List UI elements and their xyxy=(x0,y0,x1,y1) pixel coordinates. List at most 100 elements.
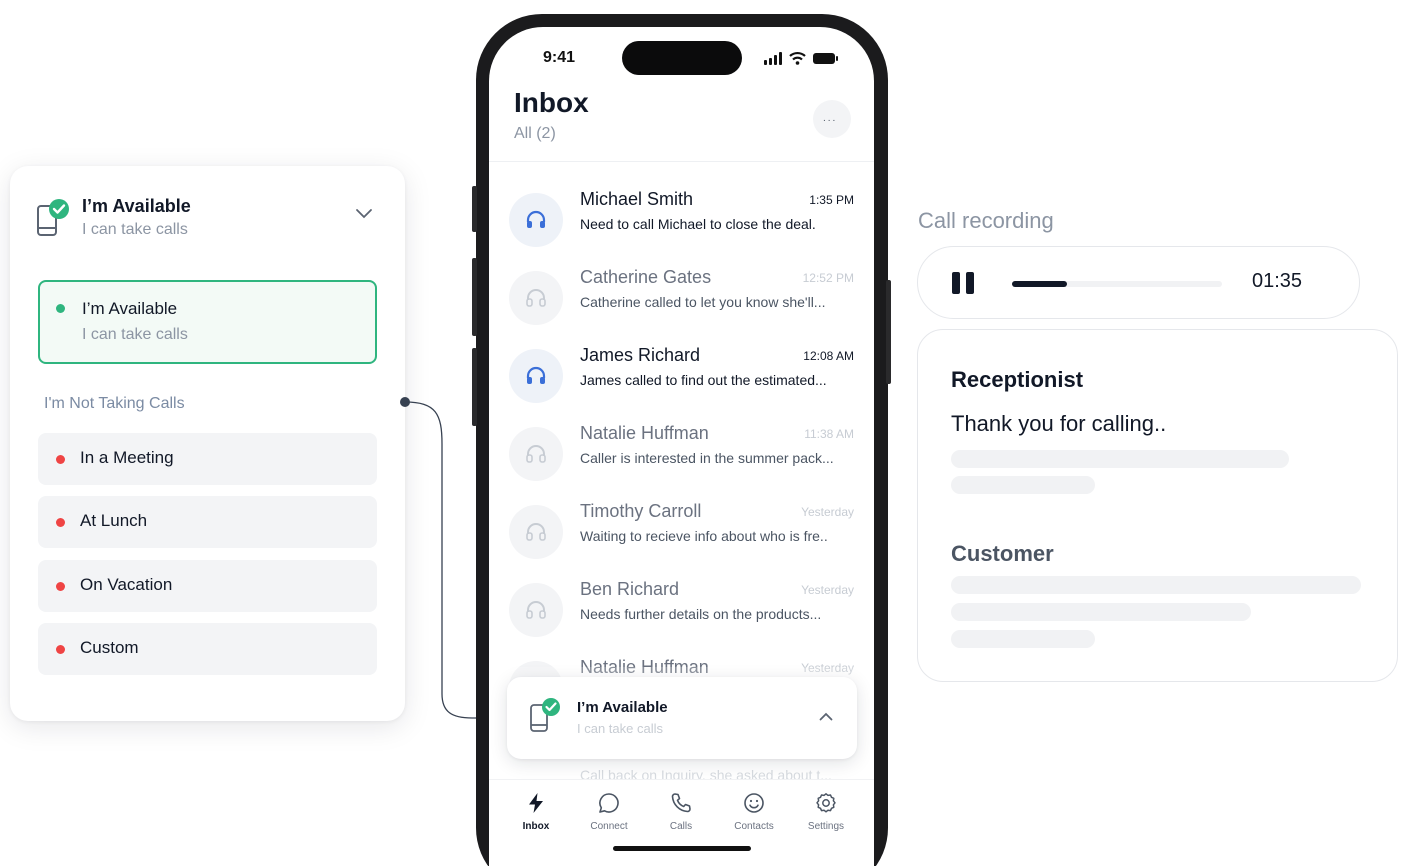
tab-connect[interactable]: Connect xyxy=(574,792,644,842)
current-status-subtitle: I can take calls xyxy=(82,221,188,238)
status-option-label: In a Meeting xyxy=(80,448,174,467)
message-preview: Waiting to recieve info about who is fre… xyxy=(580,528,828,544)
headset-icon xyxy=(526,523,546,541)
divider xyxy=(489,161,874,162)
contact-name: Michael Smith xyxy=(580,189,694,209)
tab-label: Inbox xyxy=(522,821,550,832)
tab-label: Settings xyxy=(807,821,845,832)
tab-inbox[interactable]: Inbox xyxy=(501,792,571,842)
inbox-list-item[interactable]: Natalie Huffman 11:38 AM Caller is inter… xyxy=(489,419,874,497)
status-option-vacation[interactable]: On Vacation xyxy=(38,560,377,612)
more-icon: ... xyxy=(823,113,838,124)
contact-name: Natalie Huffman xyxy=(580,423,709,443)
signal-icon xyxy=(764,52,782,65)
chat-bubble-icon xyxy=(599,793,619,813)
speaker-label-customer: Customer xyxy=(951,541,1054,566)
pause-icon xyxy=(952,272,960,294)
avatar xyxy=(509,583,563,637)
availability-card: I’m Available I can take calls I’m Avail… xyxy=(10,166,405,721)
current-status-title: I’m Available xyxy=(82,196,191,216)
status-option-lunch[interactable]: At Lunch xyxy=(38,496,377,548)
red-status-dot xyxy=(56,645,65,654)
lightning-icon xyxy=(529,793,543,813)
call-recording-label: Call recording xyxy=(918,208,1054,233)
phone-side-button xyxy=(472,258,477,336)
avatar xyxy=(509,193,563,247)
message-preview: Needs further details on the products... xyxy=(580,606,822,622)
headset-icon xyxy=(526,210,546,228)
message-time: Yesterday xyxy=(801,583,854,597)
headset-icon xyxy=(526,366,546,384)
red-status-dot xyxy=(56,582,65,591)
transcript-card: Receptionist Thank you for calling.. Cus… xyxy=(917,329,1398,682)
avatar xyxy=(509,505,563,559)
playback-slider[interactable] xyxy=(1012,281,1222,287)
wifi-icon xyxy=(789,51,806,65)
dynamic-island xyxy=(622,41,742,75)
tab-settings[interactable]: Settings xyxy=(791,792,861,842)
status-bar-icons xyxy=(764,51,838,65)
inbox-list-item[interactable]: Michael Smith 1:35 PM Need to call Micha… xyxy=(489,185,874,263)
availability-popup[interactable]: I’m Available I can take calls xyxy=(507,677,857,759)
more-options-button[interactable]: ... xyxy=(813,100,851,138)
tab-calls[interactable]: Calls xyxy=(646,792,716,842)
headset-icon xyxy=(526,601,546,619)
playback-progress xyxy=(1012,281,1067,287)
inbox-list-item[interactable]: Timothy Carroll Yesterday Waiting to rec… xyxy=(489,497,874,575)
inbox-list-item[interactable]: Ben Richard Yesterday Needs further deta… xyxy=(489,575,874,653)
message-preview: Need to call Michael to close the deal. xyxy=(580,216,816,232)
status-option-available[interactable]: I’m Available I can take calls xyxy=(38,280,377,364)
headset-icon xyxy=(526,445,546,463)
audio-player: 01:35 xyxy=(917,246,1360,319)
status-option-label: At Lunch xyxy=(80,511,148,530)
skeleton-line xyxy=(951,630,1095,648)
pause-icon xyxy=(966,272,974,294)
message-time: 12:08 AM xyxy=(803,349,854,363)
message-time: 11:38 AM xyxy=(804,427,854,441)
phone-side-button xyxy=(472,348,477,426)
receptionist-message: Thank you for calling.. xyxy=(951,411,1167,436)
pause-button[interactable] xyxy=(952,272,974,294)
inbox-list-item[interactable]: Catherine Gates 12:52 PM Catherine calle… xyxy=(489,263,874,341)
red-status-dot xyxy=(56,518,65,527)
phone-available-icon xyxy=(530,698,560,732)
bottom-tab-bar: Inbox Connect Calls Contacts Settings xyxy=(489,779,874,866)
chevron-up-icon[interactable] xyxy=(819,712,833,721)
smiley-icon xyxy=(744,793,764,813)
message-time: 12:52 PM xyxy=(802,271,854,285)
status-option-custom[interactable]: Custom xyxy=(38,623,377,675)
contact-name: James Richard xyxy=(580,345,701,365)
status-option-label: Custom xyxy=(80,638,139,657)
battery-icon xyxy=(813,53,838,64)
message-time: Yesterday xyxy=(801,505,854,519)
skeleton-line xyxy=(951,603,1251,621)
contact-name: Ben Richard xyxy=(580,579,680,599)
inbox-filter[interactable]: All (2) xyxy=(514,125,556,143)
tab-label: Calls xyxy=(669,821,693,832)
headset-icon xyxy=(526,289,546,307)
status-option-label: On Vacation xyxy=(80,575,173,594)
contact-name: Catherine Gates xyxy=(580,267,712,287)
message-preview: James called to find out the estimated..… xyxy=(580,372,827,388)
phone-side-button xyxy=(472,186,477,232)
message-preview: Catherine called to let you know she'll.… xyxy=(580,294,826,310)
availability-dropdown[interactable]: I’m Available I can take calls xyxy=(36,196,381,246)
home-indicator xyxy=(613,846,751,851)
avatar xyxy=(509,349,563,403)
speaker-label-receptionist: Receptionist xyxy=(951,367,1084,392)
status-option-subtitle: I can take calls xyxy=(82,326,188,343)
not-taking-calls-label: I'm Not Taking Calls xyxy=(44,395,185,412)
skeleton-line xyxy=(951,450,1289,468)
page-title: Inbox xyxy=(514,87,589,118)
skeleton-line xyxy=(951,476,1095,494)
status-bar-time: 9:41 xyxy=(543,49,576,66)
avatar xyxy=(509,271,563,325)
status-option-meeting[interactable]: In a Meeting xyxy=(38,433,377,485)
phone-screen: 9:41 Inbox All (2) ... Michael Smith 1:3… xyxy=(489,27,874,866)
inbox-list-item[interactable]: James Richard 12:08 AM James called to f… xyxy=(489,341,874,419)
phone-icon xyxy=(671,793,691,813)
tab-contacts[interactable]: Contacts xyxy=(719,792,789,842)
message-time: 1:35 PM xyxy=(809,193,854,207)
popup-status-subtitle: I can take calls xyxy=(577,721,663,736)
chevron-down-icon[interactable] xyxy=(355,208,373,220)
